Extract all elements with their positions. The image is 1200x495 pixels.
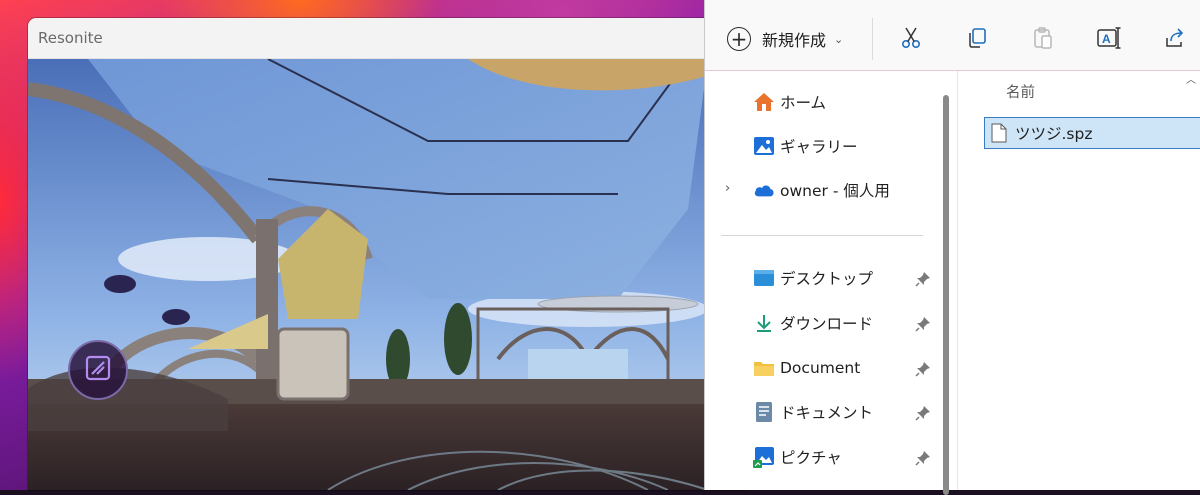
nav-scrollbar[interactable] — [943, 95, 949, 495]
nav-item-downloads[interactable]: ダウンロード — [753, 308, 873, 338]
cut-button[interactable] — [895, 24, 927, 56]
file-list-pane: ︿ 名前 ツツジ.spz — [958, 71, 1200, 490]
download-icon — [753, 312, 775, 334]
new-button[interactable]: + 新規作成 ⌄ — [727, 22, 843, 56]
world-scene — [28, 59, 748, 490]
column-header-name[interactable]: 名前 — [1006, 81, 1035, 102]
folder-icon — [753, 357, 775, 379]
resonite-3d-viewport[interactable] — [28, 59, 748, 490]
pin-icon[interactable] — [915, 361, 931, 377]
home-icon — [753, 91, 775, 113]
dash-menu-icon — [85, 355, 111, 385]
pin-icon[interactable] — [915, 450, 931, 466]
paste-button[interactable] — [1027, 24, 1059, 56]
file-explorer-window[interactable]: + 新規作成 ⌄ A ホーム ギャラリー › owner - 個人用 デスクトッ… — [704, 0, 1200, 495]
nav-item-gallery-label: ギャラリー — [780, 138, 858, 156]
nav-item-home[interactable]: ホーム — [753, 87, 826, 117]
nav-item-downloads-label: ダウンロード — [780, 315, 874, 333]
plus-icon: + — [727, 27, 751, 51]
file-item-name: ツツジ.spz — [1015, 125, 1093, 143]
copy-icon — [965, 26, 989, 54]
pictures-icon — [753, 446, 775, 468]
resonite-titlebar[interactable]: Resonite — [28, 18, 748, 59]
navigation-pane: ホーム ギャラリー › owner - 個人用 デスクトップ ダウンロード Do… — [705, 71, 957, 495]
dash-menu-button[interactable] — [68, 340, 128, 400]
file-item-selected[interactable]: ツツジ.spz — [984, 117, 1200, 149]
nav-item-documents[interactable]: ドキュメント — [753, 397, 873, 427]
chevron-down-icon: ⌄ — [834, 32, 844, 46]
paste-icon — [1031, 26, 1055, 54]
documents-icon — [753, 401, 775, 423]
nav-item-gallery[interactable]: ギャラリー — [753, 131, 858, 161]
explorer-command-bar: + 新規作成 ⌄ A — [705, 0, 1200, 71]
onedrive-cloud-icon — [753, 179, 775, 201]
rename-button[interactable]: A — [1093, 24, 1125, 56]
nav-item-pictures[interactable]: ピクチャ — [753, 442, 842, 472]
nav-divider — [721, 235, 923, 236]
nav-item-home-label: ホーム — [780, 94, 827, 112]
share-button[interactable] — [1159, 24, 1191, 56]
share-icon — [1163, 26, 1187, 54]
cut-icon — [899, 26, 923, 54]
gallery-icon — [753, 135, 775, 157]
scroll-up-icon[interactable]: ︿ — [1186, 71, 1196, 86]
nav-item-desktop[interactable]: デスクトップ — [753, 263, 873, 293]
nav-item-pictures-label: ピクチャ — [780, 449, 842, 467]
pin-icon[interactable] — [915, 271, 931, 287]
nav-item-documents-label: ドキュメント — [780, 404, 874, 422]
desktop-folder-icon — [753, 267, 775, 289]
nav-item-onedrive-label: owner - 個人用 — [780, 182, 890, 200]
nav-item-onedrive[interactable]: owner - 個人用 — [753, 175, 890, 205]
nav-item-desktop-label: デスクトップ — [780, 270, 874, 288]
nav-item-document-folder-label: Document — [780, 359, 861, 377]
pin-icon[interactable] — [915, 316, 931, 332]
resonite-window[interactable]: Resonite — [28, 18, 748, 490]
chevron-right-icon[interactable]: › — [725, 181, 730, 196]
resonite-title: Resonite — [38, 29, 103, 47]
rename-icon: A — [1096, 26, 1122, 54]
toolbar-separator — [872, 18, 873, 60]
nav-item-document-folder[interactable]: Document — [753, 353, 860, 383]
copy-button[interactable] — [961, 24, 993, 56]
pin-icon[interactable] — [915, 405, 931, 421]
new-label: 新規作成 — [762, 31, 827, 50]
svg-text:A: A — [1102, 32, 1111, 46]
file-icon — [991, 123, 1007, 143]
